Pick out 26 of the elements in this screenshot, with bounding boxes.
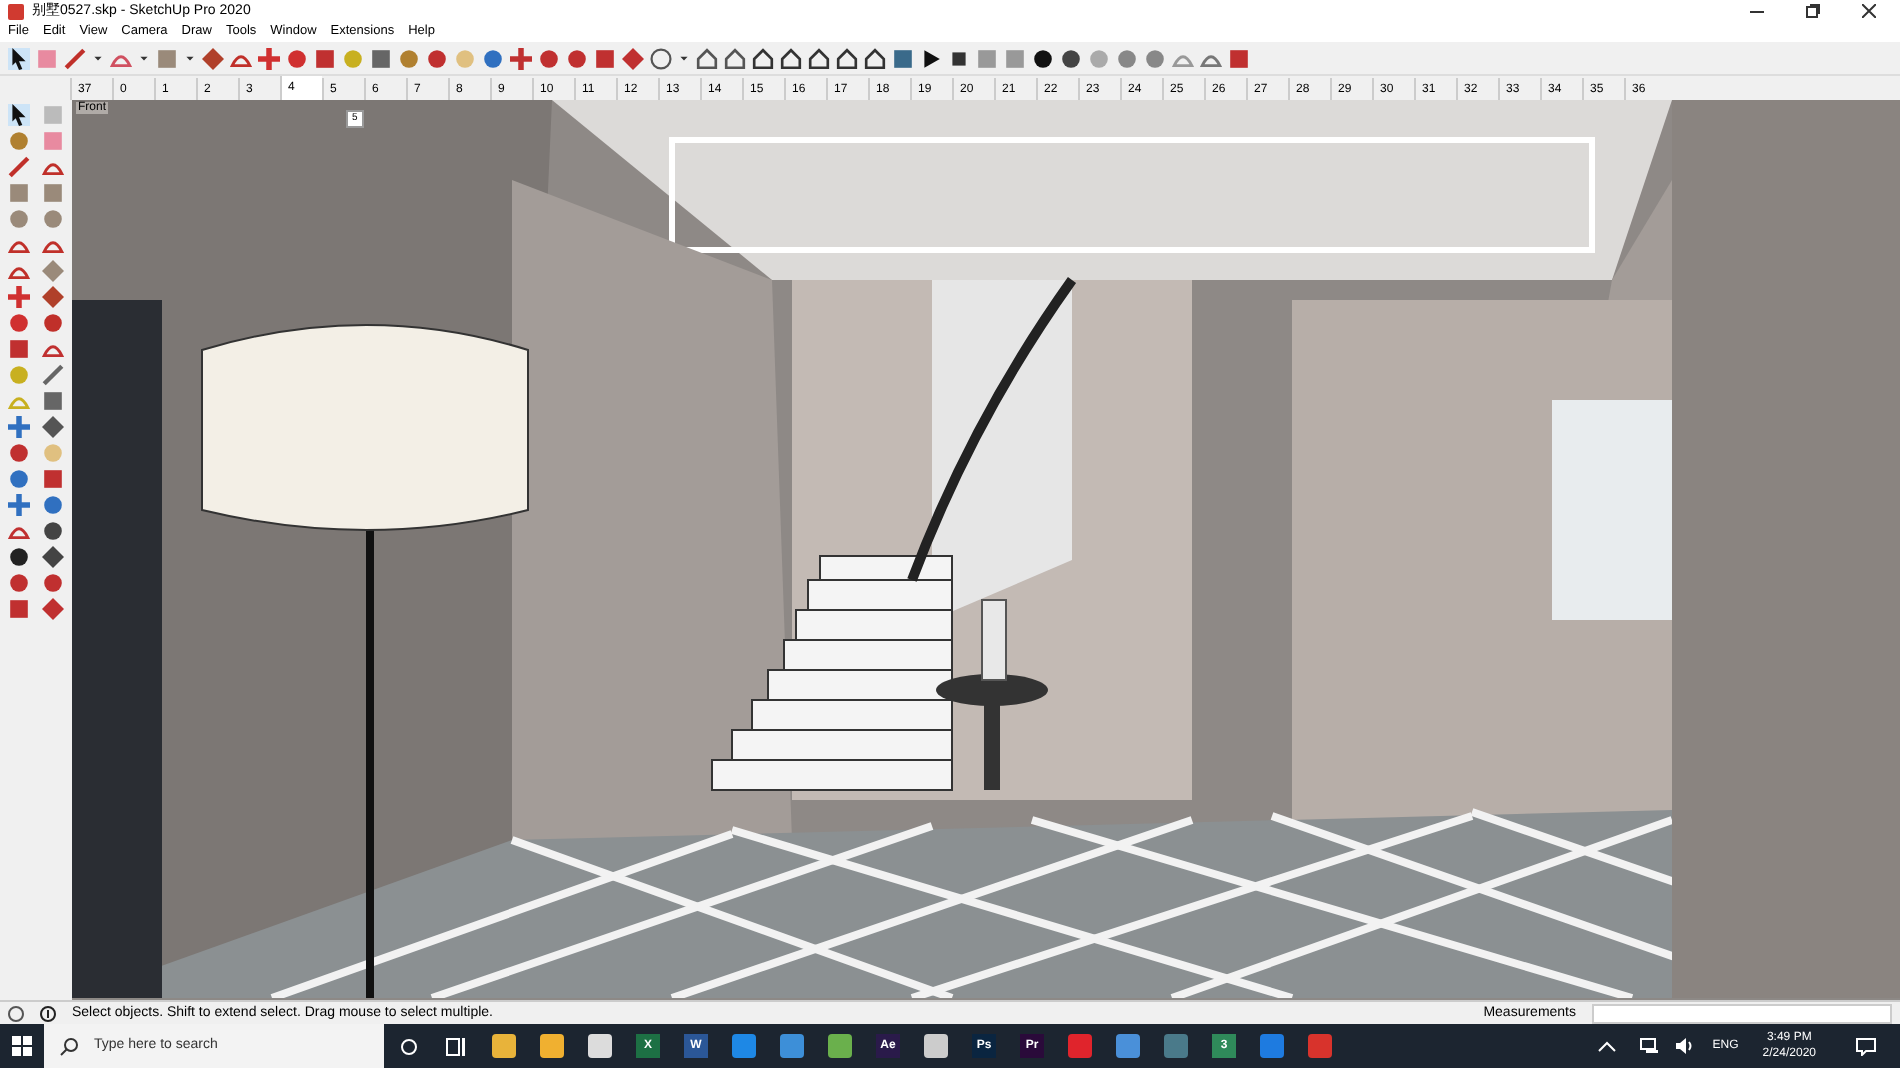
house-icon[interactable] [724,47,746,69]
house-icon[interactable] [780,47,802,69]
notification-icon[interactable] [1856,1037,1876,1055]
house-icon[interactable] [808,47,830,69]
house-icon[interactable] [836,47,858,69]
house-icon[interactable] [752,47,774,69]
play-icon[interactable] [920,47,942,69]
measurements-field[interactable] [1592,1003,1892,1023]
stop-icon[interactable] [948,47,970,69]
select-arrow-icon[interactable] [8,47,30,69]
search-icon [60,1037,78,1055]
info-icon[interactable] [40,1005,56,1021]
caret-icon[interactable] [678,52,690,64]
chevron-up-icon[interactable] [1598,1040,1617,1052]
caret-icon[interactable] [184,52,196,64]
rectangle-icon[interactable] [42,182,64,204]
select-arrow-icon[interactable] [8,104,30,126]
speaker-icon[interactable] [1676,1038,1697,1054]
app-icon [8,3,24,19]
caret-icon[interactable] [92,52,104,64]
rectangle-icon[interactable] [8,182,30,204]
house-icon[interactable] [864,47,886,69]
house-icon[interactable] [696,47,718,69]
caret-icon[interactable] [138,52,150,64]
network-icon[interactable] [1640,1038,1661,1054]
circle-icon[interactable] [8,208,30,230]
